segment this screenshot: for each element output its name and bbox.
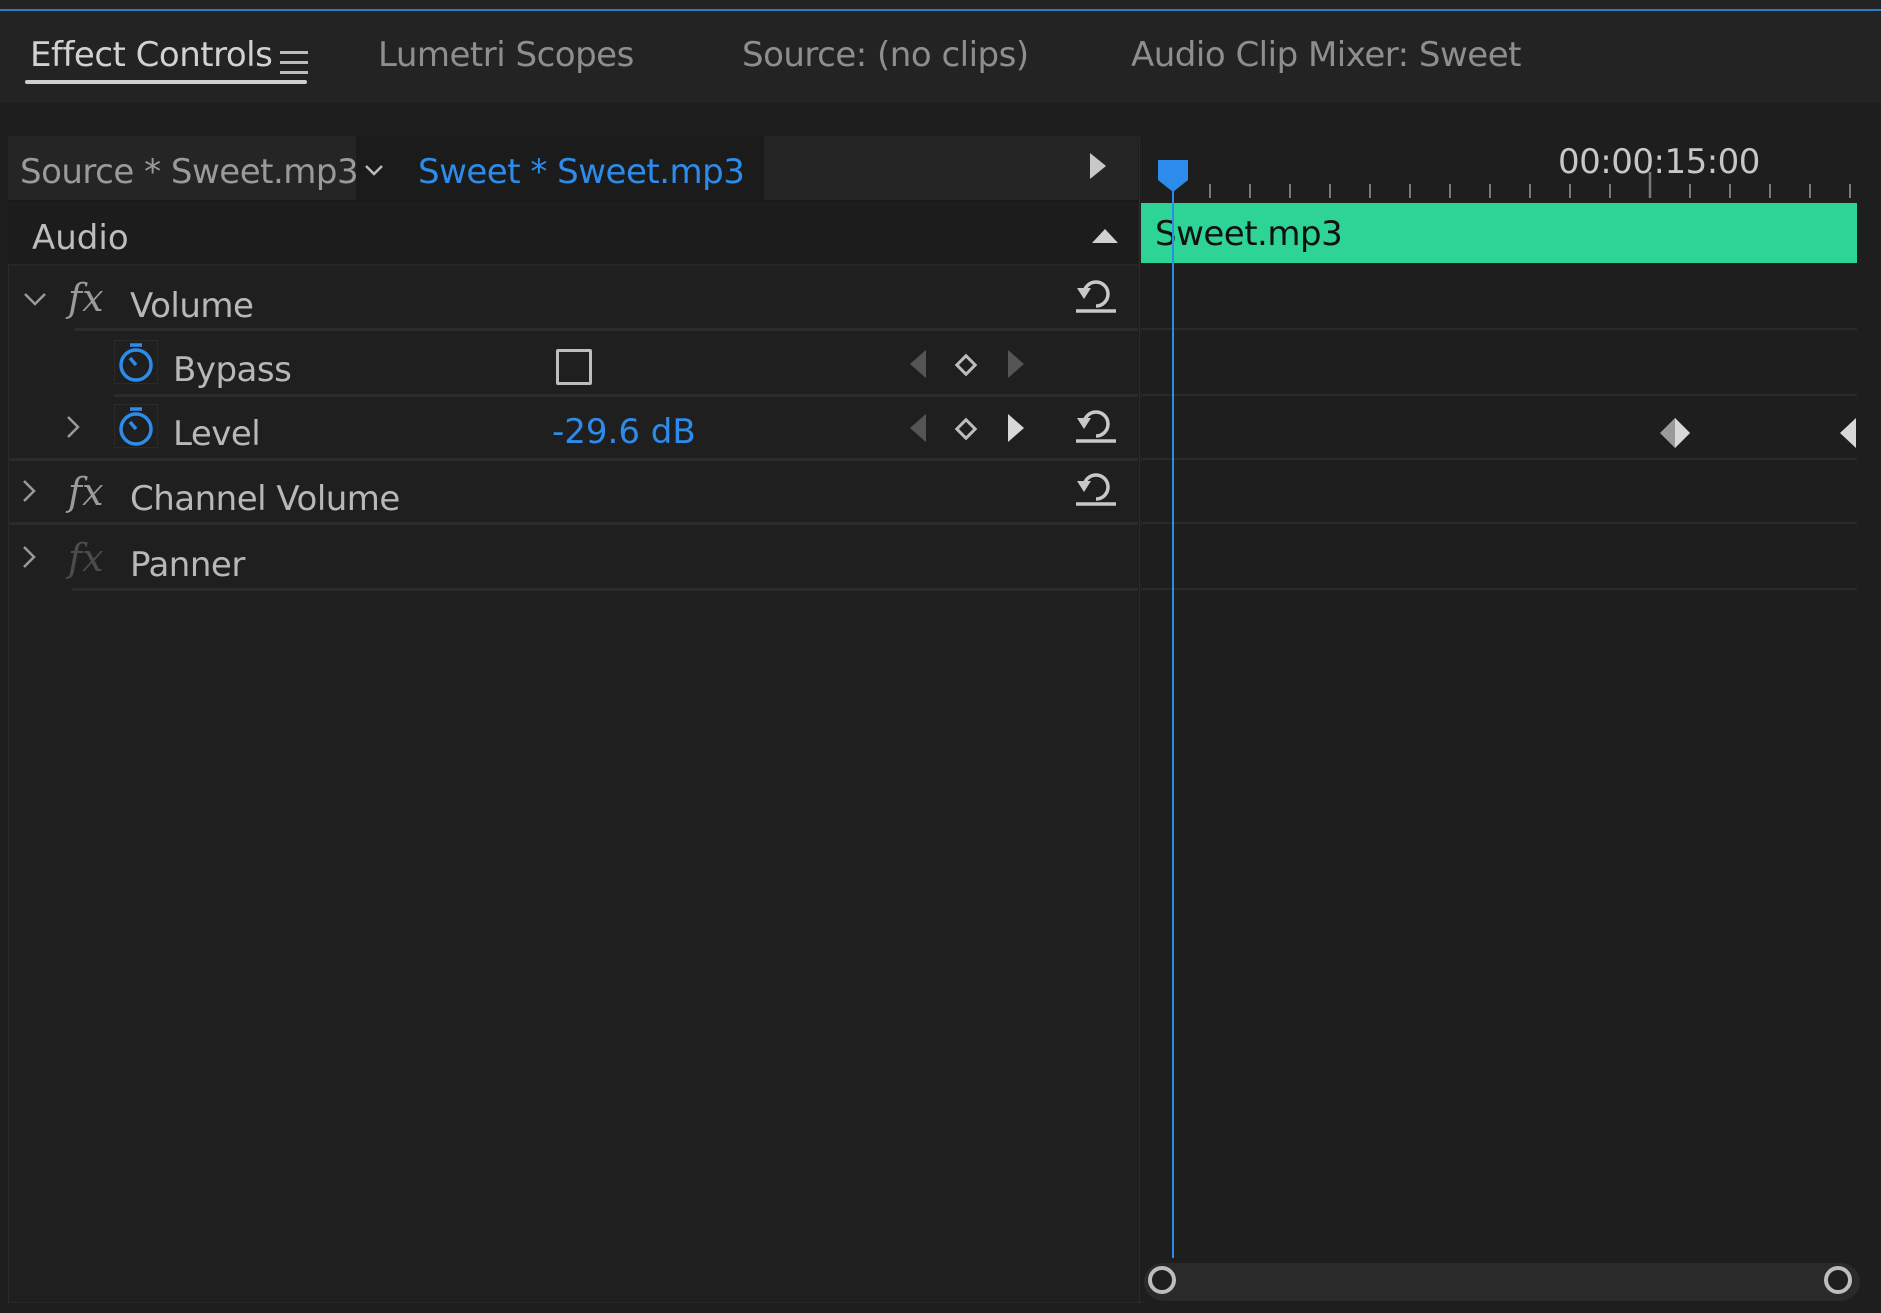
timeline-row-divider (1141, 458, 1857, 460)
level-label: Level (173, 414, 261, 454)
row-divider (8, 458, 1138, 461)
tab-lumetri-scopes[interactable]: Lumetri Scopes (378, 35, 634, 75)
audio-section-label: Audio (32, 218, 129, 258)
active-tab-indicator (25, 80, 307, 84)
timeline-row-divider (1141, 328, 1857, 330)
effect-volume-label: Volume (130, 286, 254, 326)
menu-icon[interactable] (280, 51, 308, 77)
playhead-line (1172, 170, 1174, 1258)
play-icon[interactable] (1090, 153, 1106, 179)
chevron-down-icon[interactable] (364, 160, 384, 180)
chevron-right-icon[interactable] (16, 544, 42, 570)
effect-panner-label: Panner (130, 545, 245, 585)
keyframe-timeline[interactable] (1140, 136, 1881, 1301)
panel-tab-bar: Effect Controls Lumetri Scopes Source: (… (0, 11, 1881, 103)
keyframe-icon[interactable] (1658, 416, 1692, 450)
clip-bar-label: Sweet.mp3 (1155, 214, 1343, 254)
keyframe-end-icon[interactable] (1834, 416, 1858, 450)
collapse-up-icon[interactable] (1092, 229, 1118, 243)
chevron-right-icon[interactable] (16, 478, 42, 504)
zoom-handle-right[interactable] (1824, 1266, 1852, 1294)
previous-keyframe-button[interactable] (910, 414, 926, 442)
level-value[interactable]: -29.6 dB (552, 412, 696, 452)
reset-icon[interactable] (1074, 404, 1118, 444)
fx-icon[interactable]: fx (68, 536, 104, 580)
ruler-timecode: 00:00:15:00 (1558, 142, 1760, 182)
fx-icon[interactable]: fx (68, 276, 104, 320)
row-divider (114, 394, 1138, 397)
row-divider (74, 328, 1138, 331)
bypass-checkbox[interactable] (556, 349, 592, 385)
panel-top-border (0, 0, 1881, 11)
tab-source[interactable]: Source: (no clips) (742, 35, 1029, 75)
previous-keyframe-button[interactable] (910, 350, 926, 378)
tab-audio-clip-mixer[interactable]: Audio Clip Mixer: Sweet (1131, 35, 1521, 75)
bypass-label: Bypass (173, 350, 292, 390)
next-keyframe-button[interactable] (1008, 414, 1024, 442)
chevron-down-icon[interactable] (22, 286, 48, 312)
master-clip-label[interactable]: Source * Sweet.mp3 (20, 152, 359, 192)
reset-icon[interactable] (1074, 467, 1118, 507)
reset-icon[interactable] (1074, 274, 1118, 314)
fx-icon[interactable]: fx (68, 470, 104, 514)
stopwatch-icon[interactable] (114, 404, 158, 448)
timeline-row-divider (1141, 588, 1857, 590)
stopwatch-icon[interactable] (114, 340, 158, 384)
audio-section-header (8, 202, 1138, 266)
next-keyframe-button[interactable] (1008, 350, 1024, 378)
playhead[interactable] (1156, 158, 1190, 194)
effect-channel-volume-label: Channel Volume (130, 479, 400, 519)
row-divider (72, 588, 1138, 591)
timeline-row-divider (1141, 394, 1857, 396)
chevron-right-icon[interactable] (60, 414, 86, 440)
sequence-clip-label[interactable]: Sweet * Sweet.mp3 (418, 152, 745, 192)
zoom-handle-left[interactable] (1148, 1266, 1176, 1294)
zoom-scrollbar[interactable] (1144, 1263, 1860, 1301)
tab-effect-controls[interactable]: Effect Controls (30, 35, 273, 75)
timeline-row-divider (1141, 522, 1857, 524)
row-divider (8, 522, 1138, 525)
